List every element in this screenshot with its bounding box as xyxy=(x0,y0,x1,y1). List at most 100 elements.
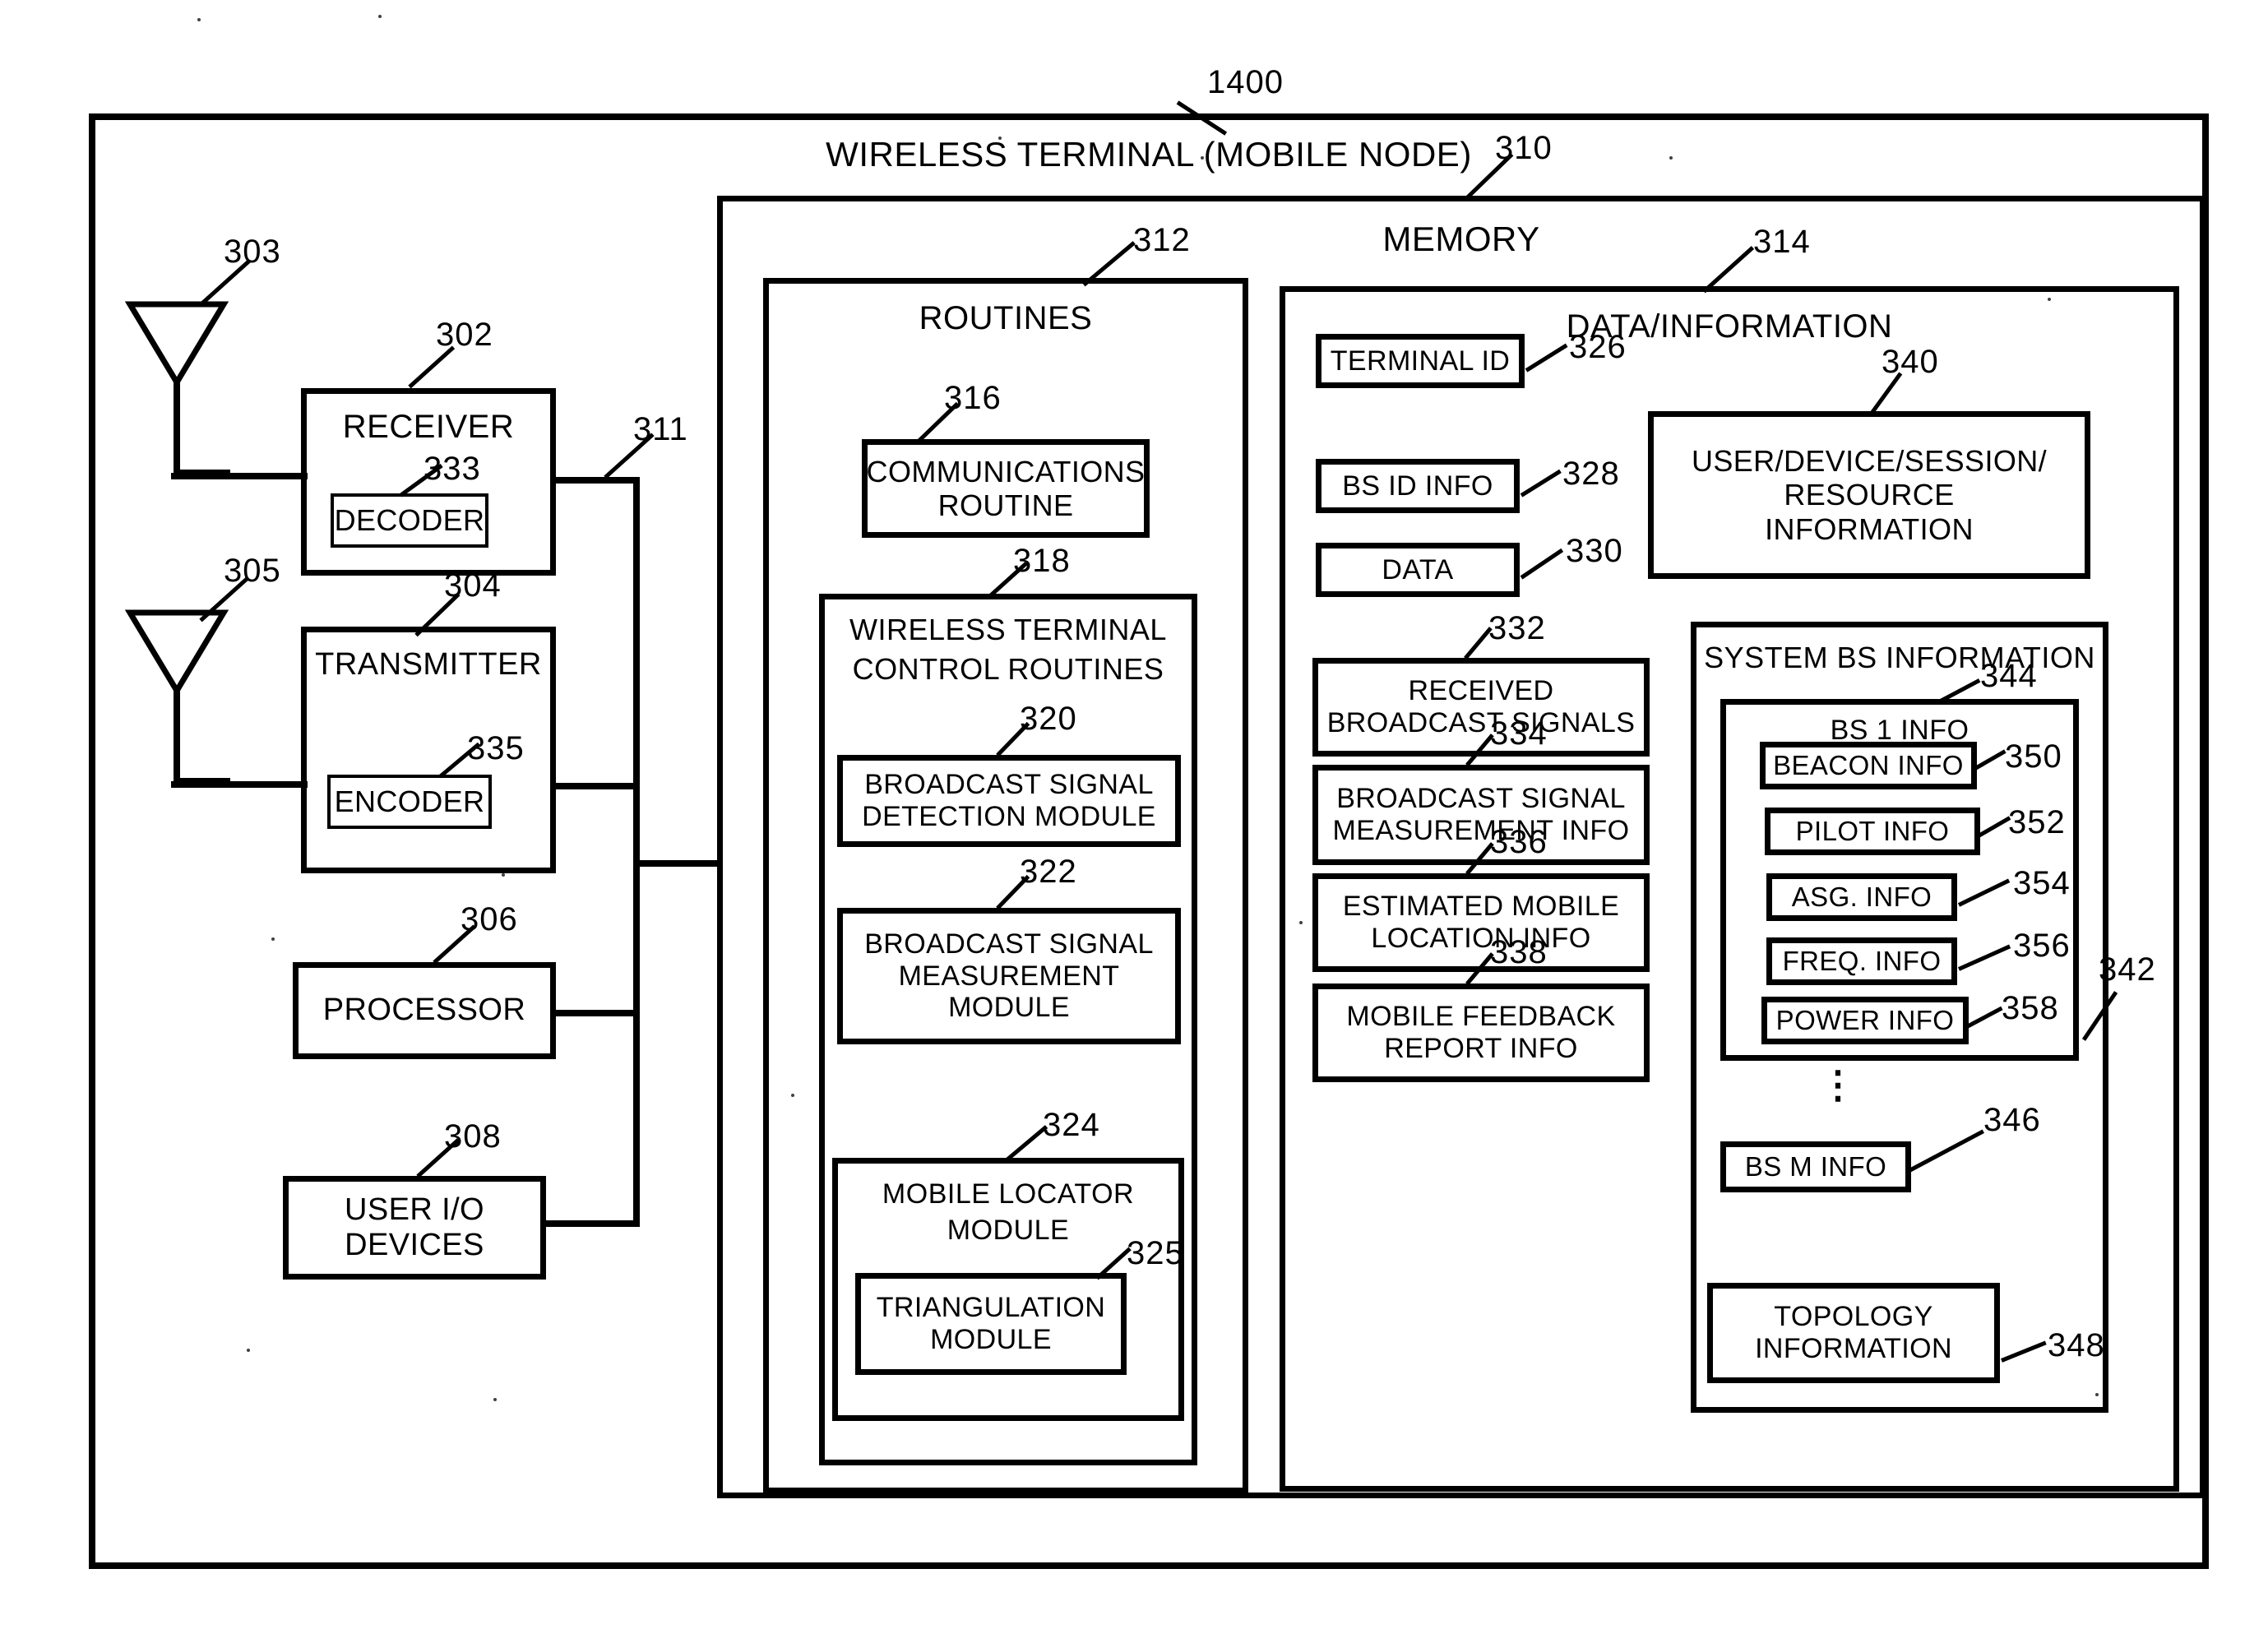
ref-332: 332 xyxy=(1488,610,1546,646)
processor-box: PROCESSOR xyxy=(293,962,556,1059)
ref-342: 342 xyxy=(2099,951,2156,988)
scan-speck xyxy=(1398,1562,1401,1566)
item-338-line2: REPORT INFO xyxy=(1384,1033,1578,1064)
ref-326: 326 xyxy=(1569,329,1627,365)
item-340-line1: USER/DEVICE/SESSION/ xyxy=(1691,444,2048,479)
scan-speck xyxy=(998,137,1002,140)
ref-320: 320 xyxy=(1020,701,1077,737)
ref-308: 308 xyxy=(444,1118,502,1155)
broadcast-signal-measurement-module-box: BROADCAST SIGNAL MEASUREMENT MODULE xyxy=(837,908,1181,1044)
receiver-label: RECEIVER xyxy=(342,409,515,445)
control-routines-line1: WIRELESS TERMINAL xyxy=(849,613,1167,646)
ref-336: 336 xyxy=(1490,824,1548,860)
scan-speck xyxy=(493,1398,497,1401)
item-336-line2: LOCATION INFO xyxy=(1371,923,1591,954)
estimated-mobile-location-info-box: ESTIMATED MOBILE LOCATION INFO xyxy=(1312,873,1650,972)
item-332-line1: RECEIVED xyxy=(1408,675,1554,707)
topology-line1: TOPOLOGY xyxy=(1774,1301,1933,1333)
routines-label: ROUTINES xyxy=(919,300,1093,336)
ref-1400: 1400 xyxy=(1207,64,1284,100)
triangulation-line2: MODULE xyxy=(930,1324,1052,1355)
asg-info-box: ASG. INFO xyxy=(1766,873,1957,921)
ref-338: 338 xyxy=(1490,934,1548,970)
ref-316: 316 xyxy=(944,380,1002,416)
ref-303: 303 xyxy=(224,234,281,270)
memory-label: MEMORY xyxy=(1382,220,1540,258)
wire-bus-memory xyxy=(633,860,722,867)
module-322-line1: BROADCAST SIGNAL xyxy=(864,928,1154,960)
broadcast-signal-detection-module-box: BROADCAST SIGNAL DETECTION MODULE xyxy=(837,755,1181,847)
ref-305: 305 xyxy=(224,553,281,589)
ref-322: 322 xyxy=(1020,854,1077,890)
wire-rx-antenna xyxy=(171,473,308,479)
item-334-line1: BROADCAST SIGNAL xyxy=(1336,783,1626,815)
wire-userio-bus xyxy=(543,1220,638,1227)
ref-325: 325 xyxy=(1127,1235,1184,1271)
module-322-line2: MEASUREMENT xyxy=(898,960,1120,992)
module-324-line1: MOBILE LOCATOR xyxy=(882,1178,1135,1210)
power-info-box: POWER INFO xyxy=(1761,997,1969,1044)
control-routines-line2: CONTROL ROUTINES xyxy=(852,652,1164,686)
encoder-box: ENCODER xyxy=(327,775,492,829)
bs-id-info-box: BS ID INFO xyxy=(1316,459,1520,513)
scan-speck xyxy=(271,937,275,941)
module-320-line1: BROADCAST SIGNAL xyxy=(864,769,1154,801)
beacon-info-box: BEACON INFO xyxy=(1760,742,1977,789)
item-338-line1: MOBILE FEEDBACK xyxy=(1346,1001,1616,1033)
transmitter-label: TRANSMITTER xyxy=(315,647,542,682)
wireless-terminal-title: WIRELESS TERMINAL (MOBILE NODE) xyxy=(826,135,1472,174)
bs-list-ellipsis: ⋮ xyxy=(1819,1063,1858,1106)
topology-information-box: TOPOLOGY INFORMATION xyxy=(1707,1283,2000,1383)
item-332-line2: BROADCAST SIGNALS xyxy=(1326,707,1636,738)
ref-318: 318 xyxy=(1013,543,1071,579)
scan-speck xyxy=(1201,156,1204,160)
pilot-info-box: PILOT INFO xyxy=(1765,808,1980,855)
triangulation-line1: TRIANGULATION xyxy=(876,1292,1106,1324)
scan-speck xyxy=(247,1349,250,1352)
decoder-box: DECODER xyxy=(331,493,488,548)
item-340-line2: RESOURCE xyxy=(1784,478,1955,512)
bus-trunk xyxy=(633,477,640,1227)
terminal-id-box: TERMINAL ID xyxy=(1316,334,1525,388)
wire-transmitter-bus xyxy=(553,783,638,789)
item-340-line3: INFORMATION xyxy=(1765,511,1974,546)
ref-328: 328 xyxy=(1562,456,1620,492)
patent-figure-1400: WIRELESS TERMINAL (MOBILE NODE) 1400 303… xyxy=(0,0,2268,1643)
wire-tx-antenna xyxy=(171,781,308,788)
ref-350: 350 xyxy=(2005,738,2062,775)
communications-routine-line1: COMMUNICATIONS xyxy=(866,454,1146,488)
scan-speck xyxy=(791,1094,794,1097)
user-device-session-resource-information-box: USER/DEVICE/SESSION/ RESOURCE INFORMATIO… xyxy=(1648,411,2090,579)
scan-speck xyxy=(1669,156,1673,160)
communications-routine-line2: ROUTINE xyxy=(937,488,1074,522)
user-io-line1: USER I/O xyxy=(344,1192,484,1227)
ref-340: 340 xyxy=(1882,344,1939,380)
ref-352: 352 xyxy=(2008,804,2066,840)
ref-330: 330 xyxy=(1566,533,1623,569)
item-334-line2: MEASUREMENT INFO xyxy=(1332,815,1630,846)
ref-344: 344 xyxy=(1980,658,2038,694)
ref-312: 312 xyxy=(1133,222,1191,258)
freq-info-box: FREQ. INFO xyxy=(1766,937,1957,985)
scan-speck xyxy=(2048,298,2051,301)
ref-314: 314 xyxy=(1753,224,1811,260)
ref-346: 346 xyxy=(1983,1102,2041,1138)
ref-348: 348 xyxy=(2048,1327,2105,1363)
scan-speck xyxy=(2095,1393,2099,1396)
wire-processor-bus xyxy=(553,1010,638,1016)
receive-antenna-icon xyxy=(124,301,230,476)
broadcast-signal-measurement-info-box: BROADCAST SIGNAL MEASUREMENT INFO xyxy=(1312,765,1650,865)
system-bs-information-label: SYSTEM BS INFORMATION xyxy=(1704,641,2095,674)
ref-358: 358 xyxy=(2002,990,2059,1026)
topology-line2: INFORMATION xyxy=(1755,1333,1952,1364)
ref-356: 356 xyxy=(2013,928,2071,964)
triangulation-module-box: TRIANGULATION MODULE xyxy=(855,1273,1127,1375)
ref-302: 302 xyxy=(436,317,493,353)
scan-speck xyxy=(1299,921,1303,924)
wire-receiver-bus xyxy=(553,477,638,484)
scan-speck xyxy=(502,873,505,877)
communications-routine-box: COMMUNICATIONS ROUTINE xyxy=(862,439,1150,538)
module-320-line2: DETECTION MODULE xyxy=(862,801,1156,832)
mobile-feedback-report-info-box: MOBILE FEEDBACK REPORT INFO xyxy=(1312,983,1650,1082)
ref-324: 324 xyxy=(1043,1107,1100,1143)
